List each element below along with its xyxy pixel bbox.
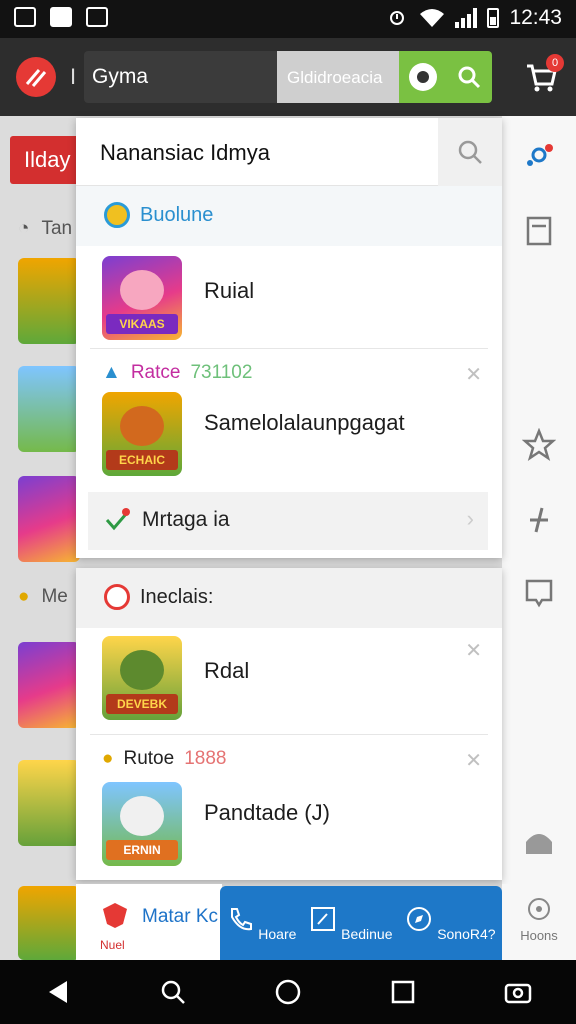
recent-header: ▲ Ratce 731102 — [102, 362, 253, 383]
wifi-icon — [420, 9, 445, 27]
recents-icon[interactable] — [388, 977, 418, 1007]
suggestion-item[interactable]: DEVEBK Rdal — [76, 630, 502, 730]
explore-button[interactable]: SonoR4? — [405, 905, 496, 942]
includes-panel: Ineclais: ✕ DEVEBK Rdal ● Rutoe 1888 ✕ E… — [76, 568, 502, 880]
triangle-icon: ▲ — [102, 362, 121, 383]
edit-button[interactable]: Bedinue — [309, 905, 393, 942]
check-icon — [105, 508, 130, 531]
bottom-right-tab[interactable]: Hoons — [502, 884, 576, 960]
compass-icon — [407, 906, 432, 931]
background-thumbnail[interactable] — [18, 886, 80, 960]
search-bar[interactable]: Gyma Gldidroeacia — [84, 51, 492, 103]
background-thumbnail[interactable] — [18, 476, 80, 562]
flame-icon: ● — [102, 748, 114, 769]
search-icon[interactable] — [158, 977, 188, 1007]
cart-button[interactable]: 0 — [524, 54, 564, 94]
search-icon — [458, 140, 482, 164]
right-rail — [502, 116, 576, 960]
recent-header: ● Rutoe 1888 — [102, 748, 227, 769]
bottom-left-tab[interactable]: Matar Kc Nuel — [76, 884, 222, 960]
chevron-right-icon: › — [466, 506, 474, 531]
background-row: ◔ Tan — [18, 218, 73, 239]
flower-icon — [528, 898, 550, 920]
suggestion-item[interactable]: ERNIN Pandtade (J) — [76, 778, 502, 878]
search-category[interactable]: Gldidroeacia — [277, 51, 399, 103]
coin-icon: ● — [18, 586, 30, 607]
search-icon[interactable] — [456, 64, 482, 90]
divider — [90, 734, 488, 735]
divider — [90, 348, 488, 349]
vibrate-icon — [390, 11, 405, 25]
document-icon[interactable] — [522, 214, 556, 248]
character-face — [120, 270, 164, 310]
section-header: Ineclais: — [76, 568, 502, 628]
clock: 12:43 — [509, 6, 562, 29]
game-thumbnail: DEVEBK — [102, 636, 182, 720]
game-thumbnail: ECHAIC — [102, 392, 182, 476]
battery-icon — [487, 8, 500, 28]
game-notification-icon — [86, 7, 108, 27]
camera-notification-icon — [50, 7, 72, 27]
stripes-icon — [25, 69, 47, 87]
more-row[interactable]: Mrtaga ia › — [88, 492, 488, 550]
search-input[interactable]: Gyma — [84, 51, 277, 103]
home-button[interactable]: Hoare — [226, 905, 296, 942]
remove-icon[interactable]: ✕ — [465, 748, 482, 773]
edit-icon — [311, 906, 336, 931]
background-thumbnail[interactable] — [18, 258, 80, 344]
shield-icon — [103, 903, 127, 928]
home-icon[interactable] — [273, 977, 303, 1007]
bag-icon[interactable] — [522, 824, 556, 858]
character-face — [120, 406, 164, 446]
voice-search-button[interactable] — [408, 63, 437, 91]
bottom-bar: Matar Kc Nuel Hoare Bedinue SonoR4? Hoon… — [76, 884, 576, 960]
comment-icon[interactable] — [522, 576, 556, 610]
suggestion-name: Samelolalaunpgagat — [204, 410, 405, 435]
game-thumbnail: ERNIN — [102, 782, 182, 866]
suggestion-search-button[interactable] — [438, 118, 502, 186]
status-bar: 12:43 — [0, 0, 576, 38]
app-bar: I Gyma Gldidroeacia 0 — [0, 38, 576, 116]
character-face — [120, 796, 164, 836]
network-icon[interactable] — [522, 138, 556, 172]
signal-icon — [455, 8, 478, 28]
background-thumbnail[interactable] — [18, 366, 80, 452]
suggestion-query: Nanansiac Idmya — [100, 140, 270, 165]
system-nav-bar — [0, 960, 576, 1024]
background-row: ● Me — [18, 586, 68, 607]
back-icon[interactable] — [43, 977, 73, 1007]
app-logo[interactable] — [16, 57, 56, 97]
suggestion-item[interactable]: ECHAIC Samelolalaunpgagat — [76, 390, 502, 490]
screenshot-icon[interactable] — [503, 977, 533, 1007]
suggestion-name: Pandtade (J) — [204, 800, 330, 825]
hidden-label: I — [70, 64, 77, 89]
diamond-icon — [104, 202, 130, 228]
suggestion-search-row[interactable]: Nanansiac Idmya — [76, 118, 502, 186]
background-thumbnail[interactable] — [18, 760, 80, 846]
phone-icon — [231, 907, 253, 930]
suggestion-name: Ruial — [204, 278, 255, 303]
search-suggestions-panel: Nanansiac Idmya Buolune VIKAAS Ruial ▲ R… — [76, 118, 502, 558]
pin-icon[interactable] — [522, 502, 556, 536]
cart-badge: 0 — [546, 54, 564, 72]
mic-icon — [416, 71, 429, 83]
section-header: Buolune — [76, 186, 502, 246]
remove-icon[interactable]: ✕ — [465, 362, 482, 387]
character-face — [120, 650, 164, 690]
chat-icon: ◔ — [18, 218, 30, 239]
suggestion-item[interactable]: VIKAAS Ruial — [76, 246, 502, 346]
game-thumbnail: VIKAAS — [102, 256, 182, 340]
alert-icon — [104, 584, 130, 610]
star-icon[interactable] — [522, 428, 556, 462]
suggestion-name: Rdal — [204, 658, 250, 683]
gallery-notification-icon — [14, 7, 36, 27]
background-thumbnail[interactable] — [18, 642, 80, 728]
bottom-action-bar: Hoare Bedinue SonoR4? — [220, 886, 502, 960]
